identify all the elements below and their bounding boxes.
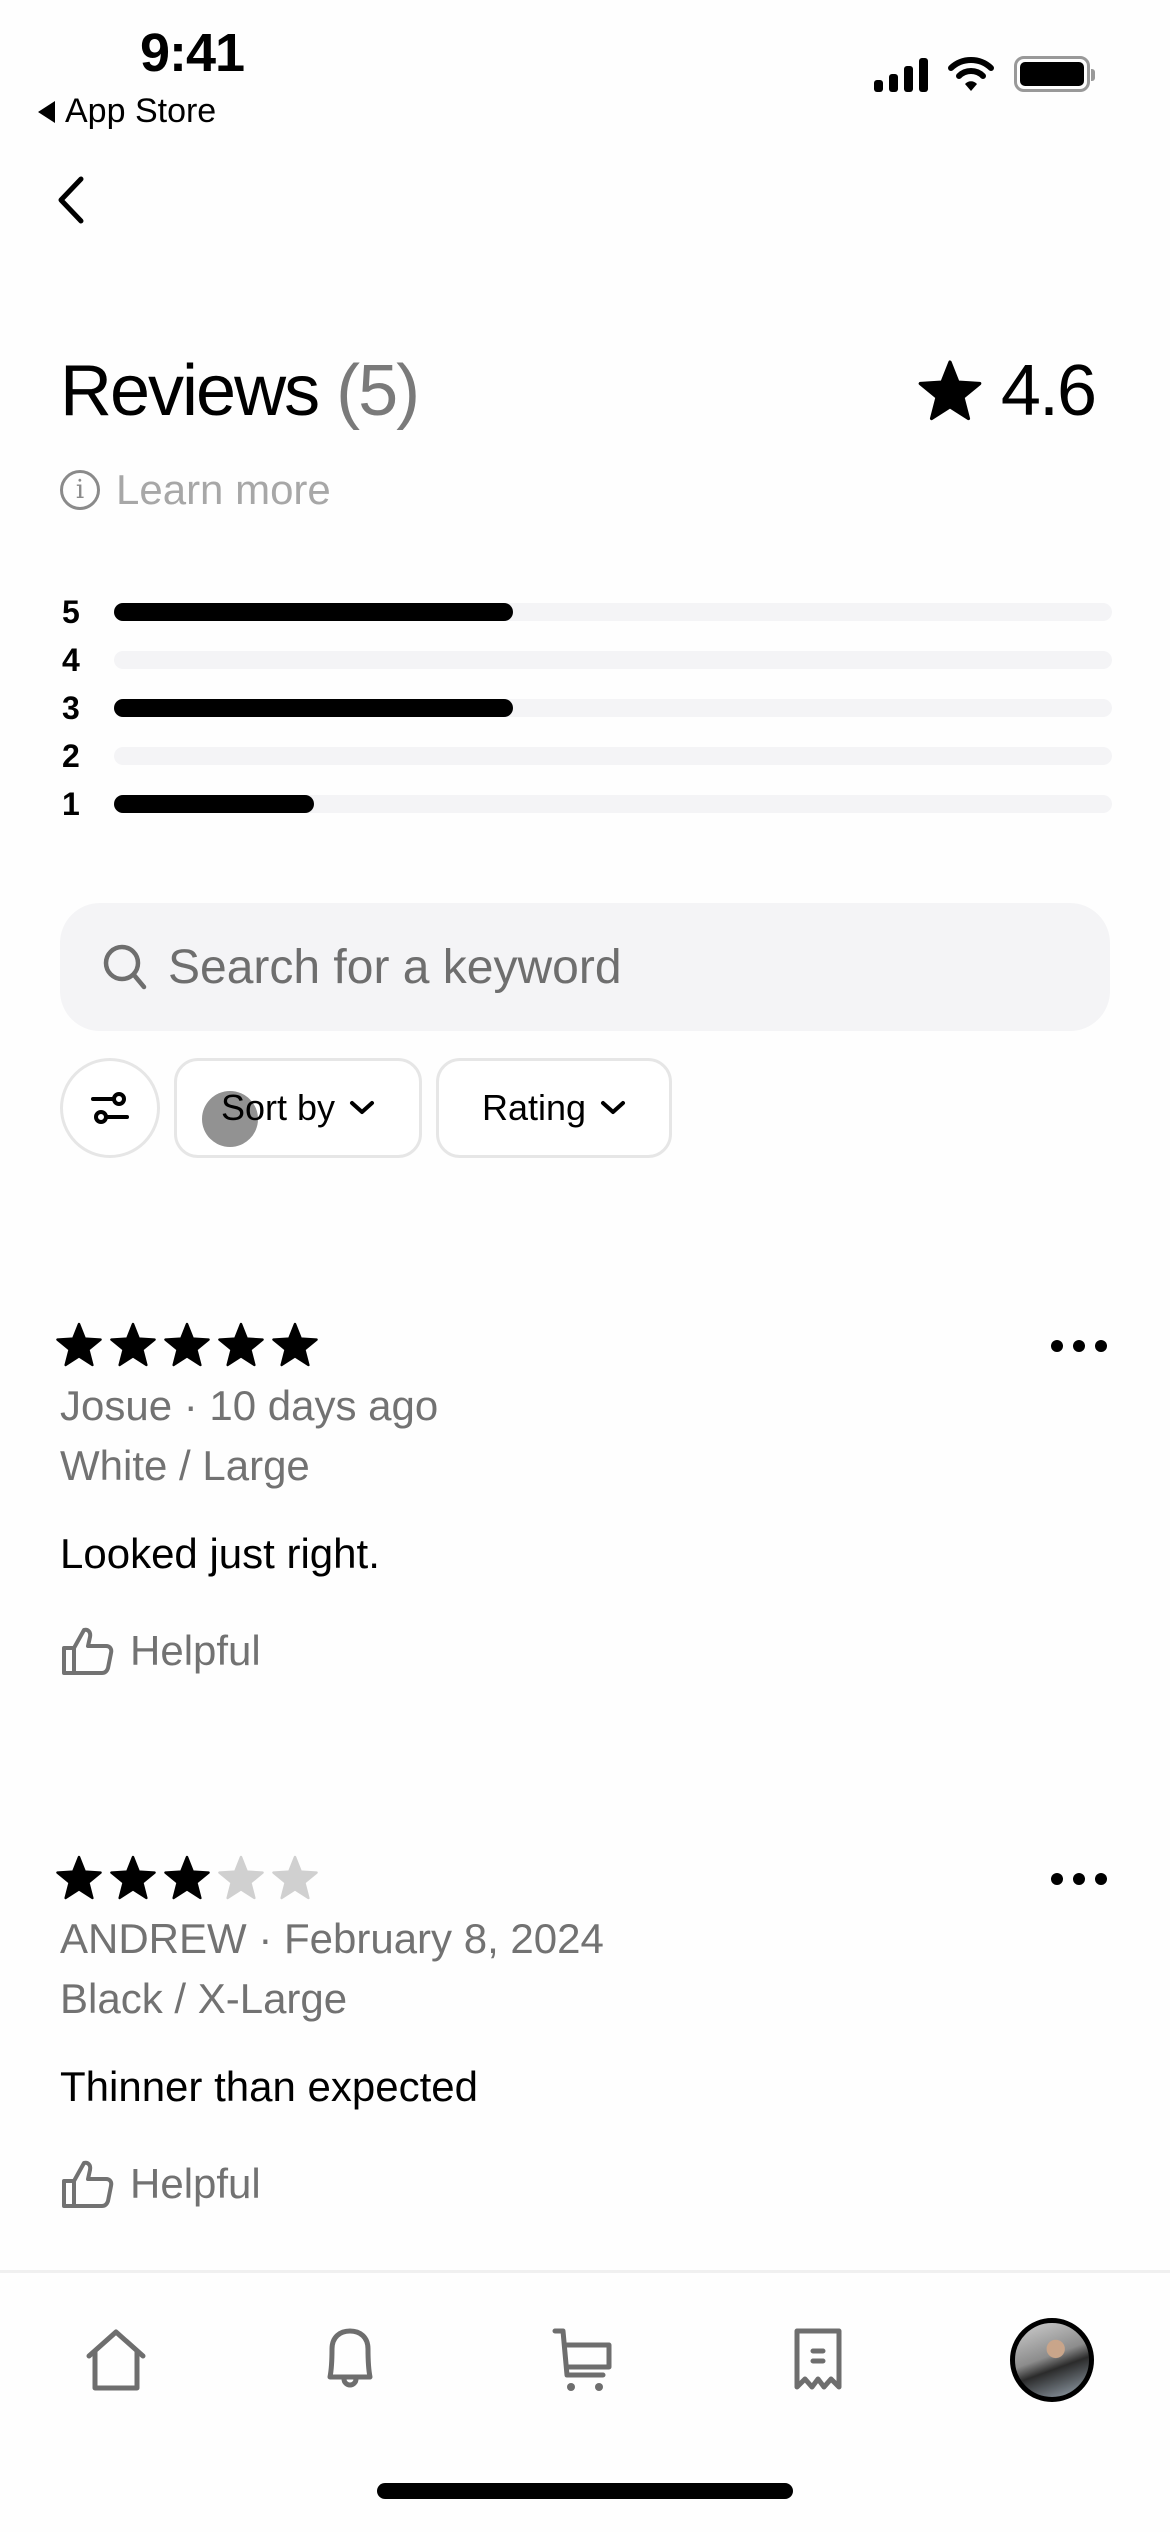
star-empty-icon (218, 1855, 264, 1900)
more-options-button[interactable] (1051, 1340, 1107, 1352)
review-author-date: Josue · 10 days ago (60, 1382, 439, 1429)
chevron-down-icon (601, 1101, 626, 1114)
star-filled-icon (110, 1322, 156, 1367)
review-item: Josue · 10 days ago White / Large Looked… (55, 1322, 1115, 1676)
star-filled-icon (164, 1322, 210, 1367)
helpful-button[interactable]: Helpful (60, 2159, 1115, 2209)
star-filled-icon (56, 1855, 102, 1900)
avatar (1010, 2318, 1094, 2402)
star-filled-icon (110, 1855, 156, 1900)
search-icon (103, 944, 147, 990)
back-to-app-store[interactable]: App Store (38, 92, 216, 131)
sliders-icon (91, 1092, 129, 1124)
star-empty-icon (272, 1855, 318, 1900)
search-input[interactable] (168, 939, 1018, 995)
chevron-down-icon (350, 1101, 375, 1114)
rating-bar-track (114, 603, 1112, 621)
wifi-icon (948, 57, 994, 91)
rating-bar-track (114, 651, 1112, 669)
review-variant: White / Large (60, 1442, 310, 1489)
search-bar[interactable] (60, 903, 1110, 1031)
tab-bar (0, 2310, 1170, 2420)
tab-home[interactable] (66, 2310, 166, 2410)
filter-settings-button[interactable] (60, 1058, 160, 1158)
rating-dropdown[interactable]: Rating (436, 1058, 672, 1158)
helpful-label: Helpful (130, 2160, 261, 2207)
average-rating-value: 4.6 (1000, 351, 1097, 431)
rating-bar-fill (114, 603, 514, 621)
rating-row-4[interactable]: 4 (62, 636, 1112, 684)
info-icon: i (60, 470, 100, 510)
rating-row-label: 1 (62, 785, 80, 822)
status-icons (874, 56, 1095, 92)
rating-row-1[interactable]: 1 (62, 780, 1112, 828)
battery-icon (1014, 56, 1095, 92)
chevron-left-icon (58, 176, 84, 224)
star-filled-icon (272, 1322, 318, 1367)
rating-distribution: 5 4 3 2 1 (62, 588, 1112, 828)
rating-bar-track (114, 747, 1112, 765)
star-filled-icon (164, 1855, 210, 1900)
cart-icon (552, 2328, 612, 2391)
rating-filter-label: Rating (481, 1087, 587, 1128)
filter-row: Sort by Rating (60, 1058, 672, 1158)
tab-bar-divider (0, 2270, 1170, 2273)
sort-by-dropdown[interactable]: Sort by (174, 1058, 422, 1158)
rating-row-label: 5 (62, 593, 80, 630)
tab-cart[interactable] (533, 2310, 633, 2410)
thumbs-up-icon (62, 2160, 114, 2208)
rating-row-3[interactable]: 3 (62, 684, 1112, 732)
more-options-button[interactable] (1051, 1873, 1107, 1885)
average-rating: 4.6 (917, 350, 1097, 432)
rating-bar-fill (114, 795, 314, 813)
tab-orders[interactable] (768, 2310, 868, 2410)
learn-more-label: Learn more (116, 466, 331, 513)
rating-row-label: 4 (62, 641, 80, 678)
star-filled-icon (218, 1322, 264, 1367)
helpful-button[interactable]: Helpful (60, 1626, 1115, 1676)
tab-profile[interactable] (1002, 2310, 1102, 2410)
thumbs-up-icon (62, 1627, 114, 1675)
page-title: Reviews (5) (60, 350, 420, 432)
review-text: Looked just right. (60, 1530, 380, 1577)
sort-by-label: Sort by (220, 1087, 336, 1128)
bell-icon (327, 2328, 373, 2388)
review-item: ANDREW · February 8, 2024 Black / X-Larg… (55, 1855, 1115, 2209)
back-triangle-icon (38, 100, 55, 123)
rating-row-label: 3 (62, 689, 80, 726)
star-filled-icon (56, 1322, 102, 1367)
review-stars (55, 1855, 1115, 1901)
rating-row-label: 2 (62, 737, 80, 774)
home-icon (86, 2329, 146, 2391)
learn-more-link[interactable]: i Learn more (60, 466, 331, 514)
rating-row-5[interactable]: 5 (62, 588, 1112, 636)
cellular-signal-icon (874, 56, 928, 92)
helpful-label: Helpful (130, 1627, 261, 1674)
rating-bar-track (114, 795, 1112, 813)
rating-bar-track (114, 699, 1112, 717)
title-text: Reviews (60, 351, 320, 431)
review-variant: Black / X-Large (60, 1975, 348, 2022)
back-button[interactable] (40, 170, 100, 230)
status-time: 9:41 (140, 23, 245, 83)
tab-notifications[interactable] (300, 2310, 400, 2410)
rating-row-2[interactable]: 2 (62, 732, 1112, 780)
back-app-label: App Store (65, 92, 217, 130)
receipt-icon (794, 2328, 842, 2390)
star-icon (918, 360, 982, 421)
review-stars (55, 1322, 1115, 1368)
review-author-date: ANDREW · February 8, 2024 (60, 1915, 604, 1962)
review-text: Thinner than expected (60, 2063, 478, 2110)
home-indicator (377, 2483, 793, 2499)
review-count: (5) (336, 351, 420, 431)
rating-bar-fill (114, 699, 514, 717)
